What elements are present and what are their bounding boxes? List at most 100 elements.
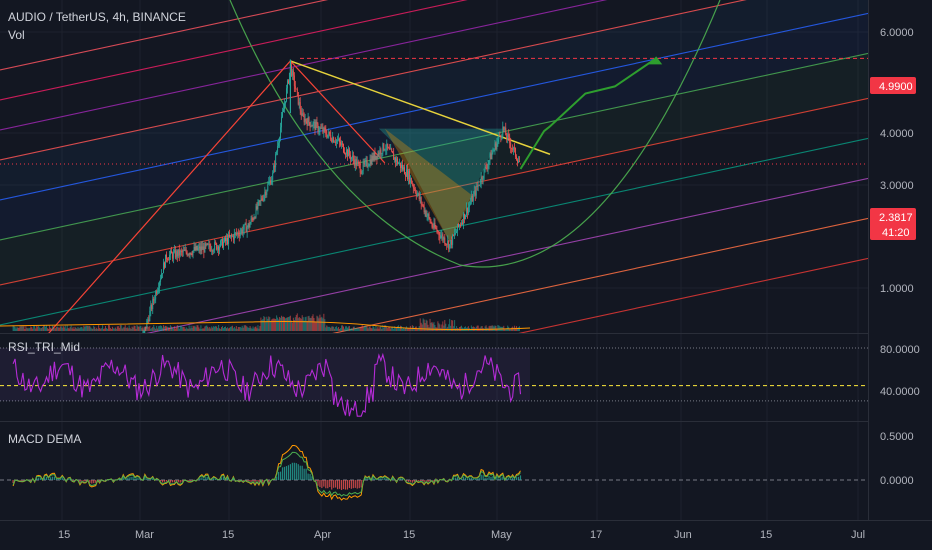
candle-body [207,243,209,245]
volume-bar [51,325,53,331]
volume-bar [166,326,167,331]
chart-svg[interactable]: 6.0000 4.0000 3.0000 1.0000 4.9900 2.381… [0,0,932,550]
candle-body [346,149,347,155]
volume-bar [432,323,434,331]
macd-histogram-bar [401,478,404,480]
candle-body [519,161,520,163]
volume-bar [447,326,449,331]
macd-histogram-bar [512,477,514,480]
candle-body [279,138,281,143]
volume-bar [277,317,279,331]
candle-body [197,248,199,250]
volume-bar [503,325,505,331]
macd-legend[interactable]: MACD DEMA [8,432,81,446]
candle-body [161,273,163,279]
volume-bar [60,326,62,331]
candle-body [455,233,457,234]
volume-bar [89,325,91,331]
macd-histogram-bar [93,480,95,484]
time-axis[interactable]: 15 Mar 15 Apr 15 May 17 Jun 15 Jul [58,529,865,541]
volume-bar [396,327,398,331]
candle-body [462,222,463,224]
volume-bar [284,317,285,331]
candle-body [254,217,256,219]
candle-body [464,213,465,220]
candle-body [469,202,471,205]
macd-histogram-bar [222,477,225,480]
candle-body [390,148,392,150]
candle-body [216,243,218,250]
candle-body [174,249,176,258]
volume-bar [203,328,205,331]
volume-bar [199,328,201,331]
volume-bar [340,328,342,331]
volume-bar [126,327,128,331]
volume-legend[interactable]: Vol [8,28,25,42]
volume-bar [212,327,214,331]
candle-body [218,246,220,251]
candle-body [185,249,187,253]
volume-bar [22,326,24,331]
candle-body [488,160,490,165]
volume-bar [408,328,410,331]
volume-bar [190,325,192,331]
candle-body [359,164,361,173]
candle-body [440,235,442,239]
candle-body [323,127,325,133]
candle-body [459,224,460,227]
time-tick-15-mar: 15 [222,529,234,541]
candle-body [223,241,224,248]
candle-body [511,148,513,150]
symbol-legend[interactable]: AUDIO / TetherUS, 4h, BINANCE [8,10,186,24]
candle-body [311,125,313,127]
candle-body [285,101,286,104]
candle-body [159,282,161,288]
macd-pane[interactable] [0,444,868,501]
volume-bar [318,318,320,331]
volume-bar [490,326,492,331]
volume-bar [144,326,146,331]
candle-body [163,262,164,274]
candle-body [399,162,400,164]
macd-histogram-bar [358,480,360,489]
volume-bar [94,327,96,331]
rsi-axis[interactable]: 80.0000 40.0000 [880,344,920,398]
candle-body [410,177,412,184]
volume-bar [102,325,104,331]
volume-bar [74,327,76,331]
macd-histogram-bar [301,465,303,480]
volume-bar [494,325,496,331]
candle-body [365,159,367,161]
macd-histogram-bar [305,468,307,480]
candle-body [403,167,404,170]
volume-bar [309,317,311,331]
bar-countdown-text: 41:20 [882,227,910,239]
volume-bar [170,326,172,331]
volume-bar [168,327,170,331]
volume-bar [350,328,352,331]
volume-bar [342,325,344,331]
rsi-legend[interactable]: RSI_TRI_Mid [8,340,80,354]
volume-bar [196,325,198,331]
rsi-pane[interactable] [0,347,868,417]
volume-bar [363,326,365,331]
volume-bar [24,328,26,331]
volume-bar [109,327,111,331]
volume-bar [205,325,207,331]
volume-bar [459,327,461,331]
candle-body [275,154,277,168]
candle-body [155,291,157,300]
volume-bar [167,327,169,331]
volume-bar [147,326,149,331]
macd-tick-0-5: 0.5000 [880,431,914,443]
volume-bar [145,326,147,331]
volume-bar [81,327,83,331]
macd-histogram-bar [161,480,164,483]
candle-body [288,72,290,84]
macd-axis[interactable]: 0.5000 0.0000 [880,431,914,487]
macd-histogram-bar [254,480,256,483]
price-axis[interactable]: 6.0000 4.0000 3.0000 1.0000 4.9900 2.381… [870,27,916,295]
candle-body [483,168,485,179]
candle-body [370,159,372,165]
volume-bar [225,328,227,331]
